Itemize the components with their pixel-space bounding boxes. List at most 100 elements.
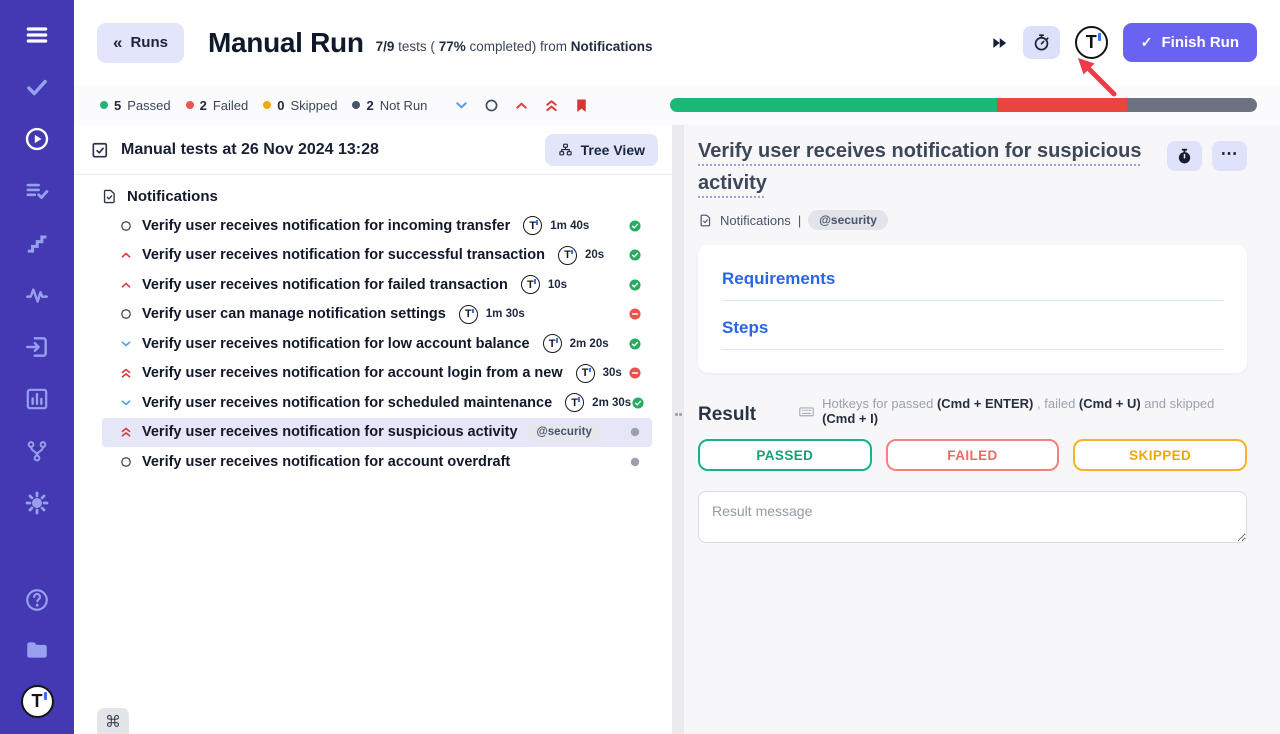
branch-icon[interactable] (22, 436, 52, 466)
breadcrumb: Notifications | @security (698, 210, 1247, 230)
doc-check-icon (101, 188, 118, 205)
test-title: Verify user receives notification for ac… (142, 365, 563, 381)
test-row[interactable]: Verify user can manage notification sett… (102, 300, 652, 330)
progress-notrun (1127, 98, 1257, 112)
app-logo[interactable]: T (1075, 26, 1108, 59)
progress-passed (670, 98, 996, 112)
chevron-up-icon[interactable] (513, 97, 530, 114)
analytics-icon[interactable] (22, 384, 52, 414)
priority-low-icon (119, 396, 133, 410)
run-panel-header: Manual tests at 26 Nov 2024 13:28 Tree V… (74, 125, 672, 175)
chevron-down-icon[interactable] (453, 97, 470, 114)
priority-high-icon (119, 278, 133, 292)
sidebar: T (0, 0, 74, 734)
priority-none-icon (119, 455, 133, 469)
result-heading: Result (698, 404, 756, 426)
fast-forward-icon[interactable] (990, 34, 1008, 52)
projects-folder-icon[interactable] (22, 635, 52, 665)
count-passed: 5 Passed (100, 98, 171, 113)
bookmark-icon[interactable] (573, 97, 590, 114)
test-list: Verify user receives notification for in… (74, 211, 672, 477)
status-notrun-icon (628, 425, 642, 439)
test-row[interactable]: Verify user receives notification for ac… (102, 359, 652, 389)
page-title: Manual Run (208, 27, 364, 59)
test-duration: 1m 40s (550, 220, 589, 232)
command-icon: ⌘ (105, 712, 121, 732)
status-passed-icon (631, 396, 645, 410)
result-passed-button[interactable]: PASSED (698, 439, 872, 471)
keyboard-icon (798, 403, 815, 420)
status-passed-icon (628, 219, 642, 233)
status-passed-icon (628, 337, 642, 351)
test-row[interactable]: Verify user receives notification for fa… (102, 270, 652, 300)
import-icon[interactable] (22, 332, 52, 362)
result-failed-button[interactable]: FAILED (886, 439, 1060, 471)
circle-outline-icon[interactable] (483, 97, 500, 114)
priority-none-icon (119, 219, 133, 233)
timer-button[interactable] (1023, 26, 1060, 59)
more-options-button[interactable]: ⋯ (1212, 141, 1247, 171)
runs-back-button[interactable]: « Runs (97, 23, 184, 63)
test-title: Verify user receives notification for sc… (142, 395, 552, 411)
test-duration: 20s (585, 249, 604, 261)
back-chevrons-icon: « (113, 33, 122, 53)
priority-highest-icon (119, 366, 133, 380)
test-title: Verify user can manage notification sett… (142, 306, 446, 322)
top-actions: T ✓ Finish Run (990, 23, 1257, 62)
test-row[interactable]: Verify user receives notification for in… (102, 211, 652, 241)
status-counts: 5 Passed 2 Failed 0 Skipped 2 Not Run (100, 98, 427, 113)
count-failed: 2 Failed (186, 98, 249, 113)
plans-icon[interactable] (22, 176, 52, 206)
app-logo-bottom[interactable]: T (21, 685, 54, 718)
panel-splitter[interactable] (672, 125, 684, 734)
test-title: Verify user receives notification for lo… (142, 336, 530, 352)
runs-icon[interactable] (22, 124, 52, 154)
result-skipped-button[interactable]: SKIPPED (1073, 439, 1247, 471)
test-row[interactable]: Verify user receives notification for lo… (102, 329, 652, 359)
status-passed-icon (628, 248, 642, 262)
test-row[interactable]: Verify user receives notification for ac… (102, 447, 652, 477)
steps-icon[interactable] (22, 228, 52, 258)
menu-icon[interactable] (22, 20, 52, 50)
testomat-logo-icon: T (459, 305, 478, 324)
tests-icon[interactable] (22, 72, 52, 102)
breadcrumb-separator: | (798, 213, 801, 228)
status-notrun-icon (628, 455, 642, 469)
doc-check-icon (698, 213, 713, 228)
count-not-run: 2 Not Run (352, 98, 427, 113)
test-detail-title[interactable]: Verify user receives notification for su… (698, 135, 1151, 199)
tree-view-button[interactable]: Tree View (545, 134, 658, 166)
command-key-hint[interactable]: ⌘ (97, 708, 129, 734)
status-passed-icon (628, 278, 642, 292)
content-area: Manual tests at 26 Nov 2024 13:28 Tree V… (74, 125, 1280, 734)
settings-icon[interactable] (22, 488, 52, 518)
security-tag-badge[interactable]: @security (808, 210, 888, 230)
help-icon[interactable] (22, 585, 52, 615)
progress-failed (997, 98, 1127, 112)
result-message-input[interactable] (698, 491, 1247, 543)
section-requirements[interactable]: Requirements (722, 269, 1223, 301)
test-list-panel: Manual tests at 26 Nov 2024 13:28 Tree V… (74, 125, 672, 734)
testomat-logo-icon: T (565, 393, 584, 412)
section-steps[interactable]: Steps (722, 318, 1223, 350)
test-timer-button[interactable] (1167, 141, 1202, 171)
status-row: 5 Passed 2 Failed 0 Skipped 2 Not Run (74, 85, 1280, 125)
pulse-icon[interactable] (22, 280, 52, 310)
double-chevron-up-icon[interactable] (543, 97, 560, 114)
count-skipped: 0 Skipped (263, 98, 337, 113)
test-row[interactable]: Verify user receives notification for su… (102, 241, 652, 271)
status-filter-icons (453, 97, 590, 114)
clipboard-check-icon (90, 140, 110, 160)
test-title: Verify user receives notification for su… (142, 247, 545, 263)
priority-highest-icon (119, 425, 133, 439)
breadcrumb-suite[interactable]: Notifications (720, 213, 791, 228)
hotkeys-hint: Hotkeys for passed (Cmd + ENTER) , faile… (798, 396, 1247, 426)
test-duration: 2m 30s (592, 397, 631, 409)
finish-run-button[interactable]: ✓ Finish Run (1123, 23, 1257, 62)
test-row[interactable]: Verify user receives notification for su… (102, 418, 652, 448)
check-icon: ✓ (1141, 34, 1153, 51)
test-row[interactable]: Verify user receives notification for sc… (102, 388, 652, 418)
detail-actions: ⋯ (1167, 141, 1247, 171)
suite-row-notifications[interactable]: Notifications (101, 188, 672, 205)
tree-icon (558, 142, 573, 157)
